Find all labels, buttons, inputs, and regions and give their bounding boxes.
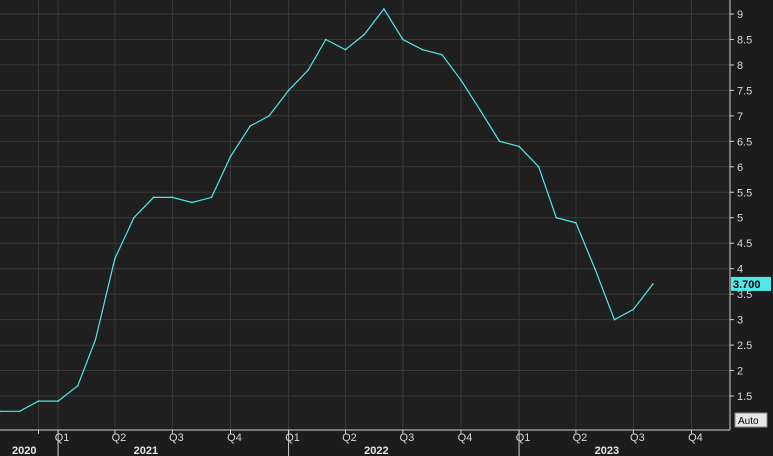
data-point [460,79,462,82]
auto-scale-button[interactable]: Auto [734,412,768,428]
x-axis: Q1 Q2 Q3 Q4 Q1 Q2 Q3 Q4 Q1 Q2 Q3 Q4 [38,430,703,444]
chart: 1.5 2 2.5 3 3.5 4 4.5 5 5.5 6 6.5 7 7.5 8 8.5 9 Q1 Q2 Q3 Q… [0,0,773,456]
data-point [575,222,577,224]
data-point [555,216,558,219]
last-value-label: 3.700 [733,279,761,291]
x-tick-label: Q4 [458,432,473,444]
data-point [498,140,501,143]
year-label: 2023 [595,445,619,456]
y-tick-label: 9 [737,9,743,21]
data-point [94,339,97,341]
data-point [402,38,404,41]
year-label: 2020 [12,445,36,456]
x-tick-label: Q1 [55,432,70,444]
data-point [268,115,270,117]
data-point [18,410,21,413]
data-point [76,385,79,387]
data-point [632,308,635,311]
data-point [57,400,59,402]
data-point [191,201,193,204]
data-point [421,48,424,51]
y-tick-label: 2 [737,366,743,378]
data-point [133,216,135,219]
x-tick-label: Q2 [573,432,588,444]
x-tick-label: Q3 [400,432,415,444]
data-point [594,267,596,270]
y-tick-label: 3.5 [737,289,752,301]
y-tick-label: 8.5 [737,34,752,46]
x-tick-label: Q4 [688,432,703,444]
data-point [210,196,213,199]
y-tick-label: 5 [737,213,743,225]
year-label: 2022 [364,445,388,456]
y-tick-label: 4.5 [737,238,752,250]
y-axis: 1.5 2 2.5 3 3.5 4 4.5 5 5.5 6 6.5 7 7.5 8 8.5 9 [730,9,752,403]
x-tick-label: Q1 [516,432,531,444]
x-tick-label: Q3 [169,432,184,444]
y-tick-label: 1.5 [737,391,752,403]
y-tick-label: 6.5 [737,136,752,148]
data-point [171,196,174,199]
y-tick-label: 6 [737,162,743,174]
data-point [344,48,347,51]
year-label: 2021 [134,445,158,456]
data-point [479,109,482,112]
data-point [37,400,40,402]
data-point [152,196,155,199]
y-tick-label: 5.5 [737,187,752,199]
data-point [613,318,616,321]
data-point [229,155,232,158]
y-tick-label: 7.5 [737,85,752,97]
x-tick-label: Q1 [285,432,300,444]
y-tick-label: 2.5 [737,340,752,352]
y-tick-label: 4 [737,264,743,276]
x-tick-label: Q2 [342,432,357,444]
last-value-tag: 3.700 [731,276,771,291]
data-point [325,38,327,41]
data-point [537,166,540,168]
y-tick-label: 8 [737,60,743,72]
y-tick-label: 7 [737,111,743,123]
data-point [249,125,251,127]
data-point [652,283,654,285]
x-tick-label: Q3 [630,432,645,444]
x-tick-label: Q4 [227,432,242,444]
data-point [114,257,116,260]
data-point [307,69,309,71]
x-tick-label: Q2 [112,432,127,444]
data-point [441,53,443,56]
data-point [518,145,520,148]
data-point [383,8,385,10]
line-chart: 1.522.533.544.555.566.577.588.59 Q1 Q2 Q3 Q… [0,0,771,456]
auto-scale-label[interactable]: Auto [738,416,759,427]
y-tick-label: 3 [737,315,743,327]
data-point [363,33,366,36]
data-point [287,89,290,92]
